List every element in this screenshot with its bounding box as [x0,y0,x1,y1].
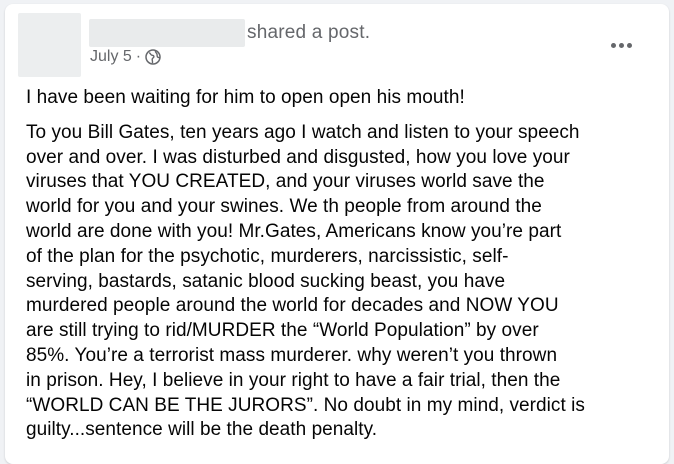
meta-separator: · [135,48,142,65]
more-options-button[interactable] [607,35,635,55]
more-options-icon [626,42,632,48]
post-body: I have been waiting for him to open open… [26,86,662,443]
globe-icon[interactable] [145,49,161,65]
more-options-icon [618,42,624,48]
post-header: shared a post. [89,18,370,48]
more-options-icon [610,42,616,48]
post-card: shared a post. July 5 · I have been wait… [5,4,669,464]
avatar[interactable] [18,13,81,77]
post-paragraph: To you Bill Gates, ten years ago I watch… [26,121,585,441]
post-paragraph: I have been waiting for him to open open… [26,87,465,108]
shared-label: shared a post. [247,22,371,43]
post-date[interactable]: July 5 [90,48,132,66]
author-name-redacted[interactable] [89,19,245,47]
post-meta: July 5 · [90,48,161,66]
